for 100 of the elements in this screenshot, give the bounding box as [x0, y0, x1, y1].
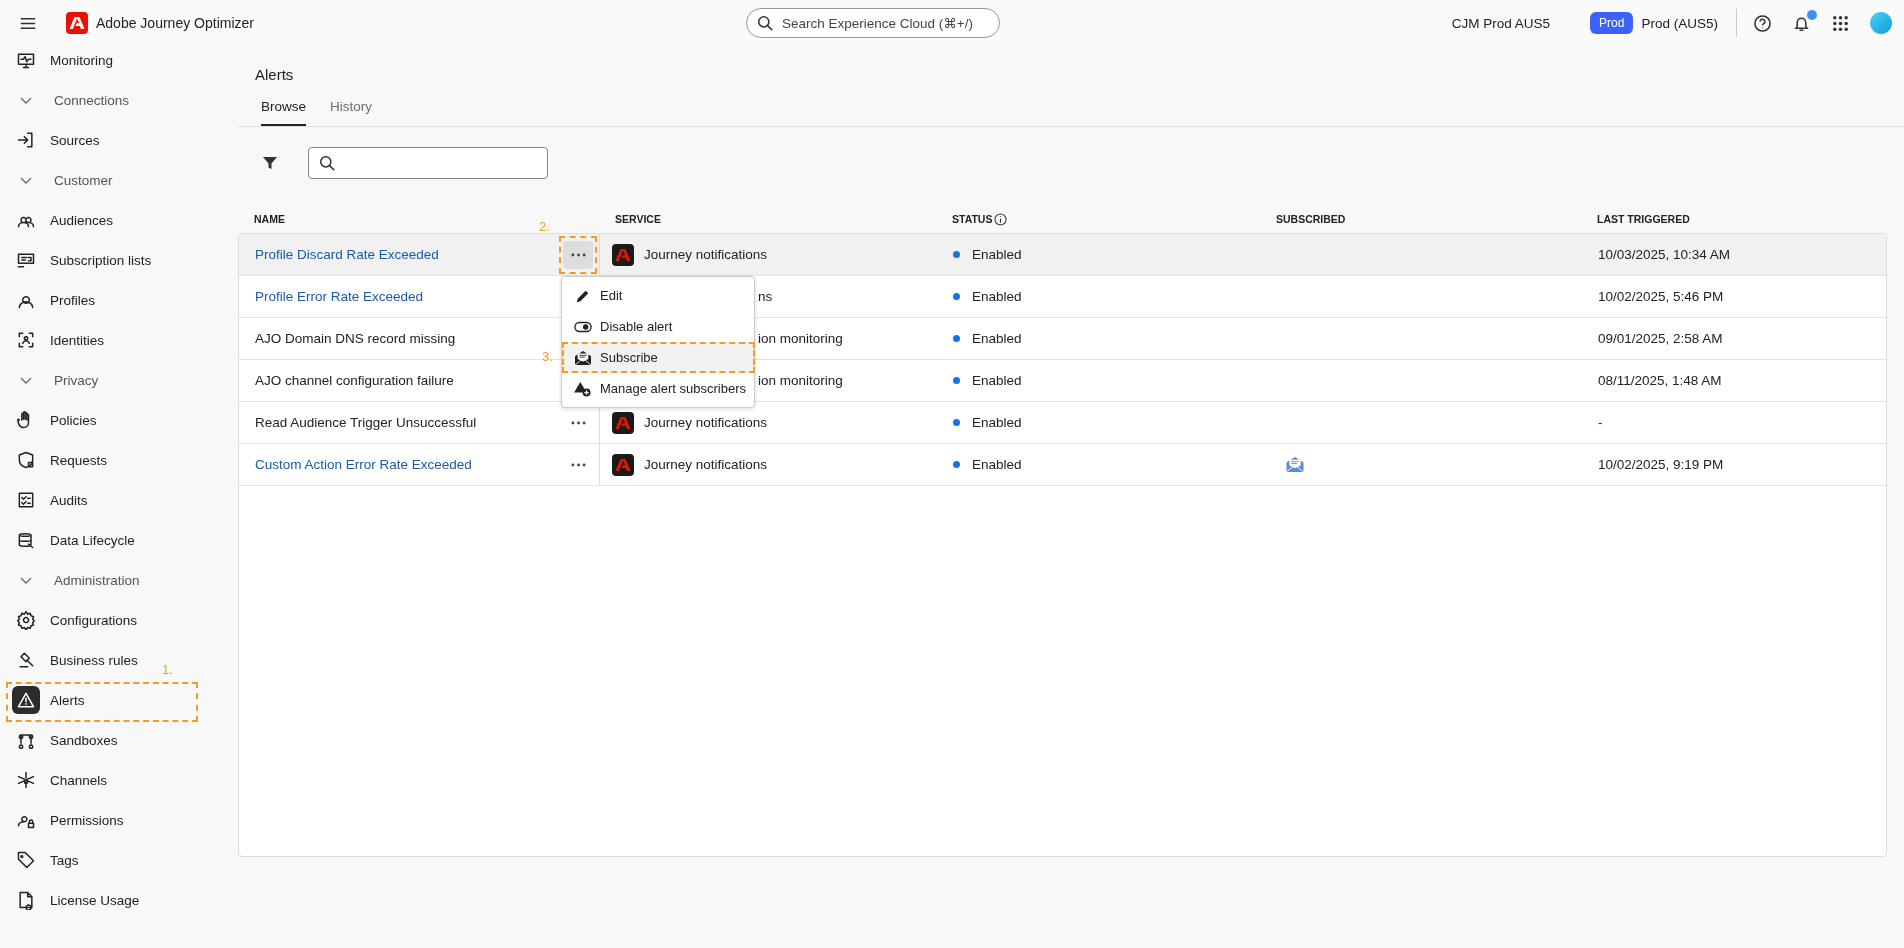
sidebar-item[interactable]: Audits — [0, 480, 88, 520]
status-dot — [953, 419, 960, 426]
table-cell: Journey notifications — [644, 415, 768, 430]
sidebar-item[interactable]: Sandboxes — [0, 720, 118, 760]
sidebar-section[interactable]: Connections — [0, 80, 221, 120]
page-title: Alerts — [255, 66, 295, 83]
menu-icon[interactable] — [20, 16, 36, 30]
sidebar-item[interactable]: Tags — [0, 840, 79, 880]
sidebar-section[interactable]: Privacy — [0, 360, 221, 400]
sidebar-item[interactable]: Profiles — [0, 280, 95, 320]
search-field[interactable] — [308, 147, 548, 179]
ellipsis-icon — [570, 420, 586, 425]
service-logo-icon — [612, 243, 634, 266]
tag-icon — [16, 850, 36, 870]
app-name[interactable]: Adobe Journey Optimizer — [96, 15, 254, 31]
status-dot — [953, 377, 960, 384]
column-header: STATUS — [952, 213, 993, 225]
sidebar-item[interactable]: Requests — [0, 440, 108, 480]
sidebar-item[interactable]: Monitoring — [0, 40, 114, 80]
gear-icon — [16, 610, 36, 630]
table-cell: 10/03/2025, 10:34 AM — [1598, 247, 1731, 262]
search-field[interactable]: Search Experience Cloud (⌘+/) — [745, 8, 1000, 38]
sandbox-name[interactable]: Prod (AUS5) — [1641, 15, 1718, 31]
alert-link[interactable]: Custom Action Error Rate Exceeded — [255, 457, 472, 472]
table-cell: ns — [758, 289, 773, 304]
table-cell: Journey notifications — [644, 247, 768, 262]
alert-link[interactable]: Profile Error Rate Exceeded — [255, 289, 424, 304]
menu-item[interactable]: Disable alert — [562, 311, 754, 342]
menu-item[interactable]: Edit — [562, 280, 754, 311]
gavel-icon — [16, 650, 36, 670]
ellipsis-icon — [570, 462, 586, 467]
sidebar-section[interactable]: Administration — [0, 560, 221, 600]
callout-number: 2. — [539, 218, 550, 234]
sidebar-item[interactable]: Configurations — [0, 600, 138, 640]
status-dot — [953, 293, 960, 300]
service-logo-icon — [612, 411, 634, 434]
sidebar-item[interactable]: Policies — [0, 400, 97, 440]
ellipsis-icon — [570, 252, 586, 257]
column-header: NAME — [254, 213, 285, 225]
environment-badge: Prod — [1590, 12, 1634, 34]
menu-item[interactable]: Subscribe — [562, 342, 754, 373]
table-cell: Enabled — [972, 289, 1022, 304]
info-icon[interactable] — [994, 212, 1008, 226]
sidebar-item[interactable]: Sources — [0, 120, 100, 160]
monitor-icon — [16, 50, 36, 70]
logo-icon[interactable] — [66, 12, 88, 34]
service-logo-icon — [612, 453, 634, 476]
avatar[interactable] — [1870, 12, 1892, 34]
document-icon — [16, 890, 36, 910]
database-icon — [16, 530, 36, 550]
callout-number: 1. — [162, 662, 173, 677]
alert-name: AJO Domain DNS record missing — [255, 331, 456, 346]
column-header: SUBSCRIBED — [1276, 213, 1346, 225]
table-cell: ion monitoring — [758, 331, 843, 346]
warning-plus-icon — [574, 380, 592, 397]
table-cell: 10/02/2025, 5:46 PM — [1598, 289, 1724, 304]
sidebar-item[interactable]: Subscription lists — [0, 240, 152, 280]
sidebar-item[interactable]: Audiences — [0, 200, 114, 240]
apps-grid-icon[interactable] — [1831, 13, 1850, 33]
sidebar-item[interactable]: Channels — [0, 760, 108, 800]
sidebar-item[interactable]: License Usage — [0, 880, 140, 920]
sidebar-item[interactable]: Permissions — [0, 800, 124, 840]
alert-name: Read Audience Trigger Unsuccessful — [255, 415, 477, 430]
status-dot — [953, 461, 960, 468]
envelope-icon — [1285, 456, 1305, 473]
list-icon — [16, 250, 36, 270]
identity-icon — [16, 330, 36, 350]
table-cell: ion monitoring — [758, 373, 843, 388]
filter-icon[interactable] — [262, 155, 278, 171]
envelope-icon — [574, 349, 592, 366]
sidebar-item[interactable]: Alerts — [0, 680, 85, 720]
tab[interactable]: History — [330, 99, 373, 126]
table-cell: 09/01/2025, 2:58 AM — [1598, 331, 1723, 346]
table-cell: Enabled — [972, 457, 1022, 472]
table-cell: 08/11/2025, 1:48 AM — [1598, 373, 1722, 388]
alert-name: AJO channel configuration failure — [255, 373, 454, 388]
shield-icon — [16, 450, 36, 470]
sidebar-section[interactable]: Customer — [0, 160, 221, 200]
sidebar-item[interactable]: Data Lifecycle — [0, 520, 135, 560]
help-icon[interactable] — [1753, 13, 1772, 33]
alert-link[interactable]: Profile Discard Rate Exceeded — [255, 247, 439, 262]
sidebar-item[interactable]: Business rules — [0, 640, 138, 680]
table-cell: Enabled — [972, 373, 1022, 388]
table-cell: - — [1598, 415, 1603, 430]
column-header: LAST TRIGGERED — [1597, 213, 1690, 225]
table-cell: Enabled — [972, 415, 1022, 430]
network-icon — [16, 770, 36, 790]
status-dot — [953, 251, 960, 258]
tab[interactable]: Browse — [261, 99, 306, 126]
table-cell: Enabled — [972, 247, 1022, 262]
menu-item[interactable]: Manage alert subscribers — [562, 373, 754, 404]
sidebar-item[interactable]: Identities — [0, 320, 105, 360]
org-name[interactable]: CJM Prod AUS5 — [1451, 15, 1551, 31]
sign-in-icon — [16, 130, 36, 150]
warning-icon — [12, 686, 40, 714]
search-icon — [756, 14, 774, 32]
search-icon — [319, 154, 336, 172]
callout-number: 3. — [542, 349, 553, 364]
table-cell: Journey notifications — [644, 457, 768, 472]
checklist-icon — [16, 490, 36, 510]
